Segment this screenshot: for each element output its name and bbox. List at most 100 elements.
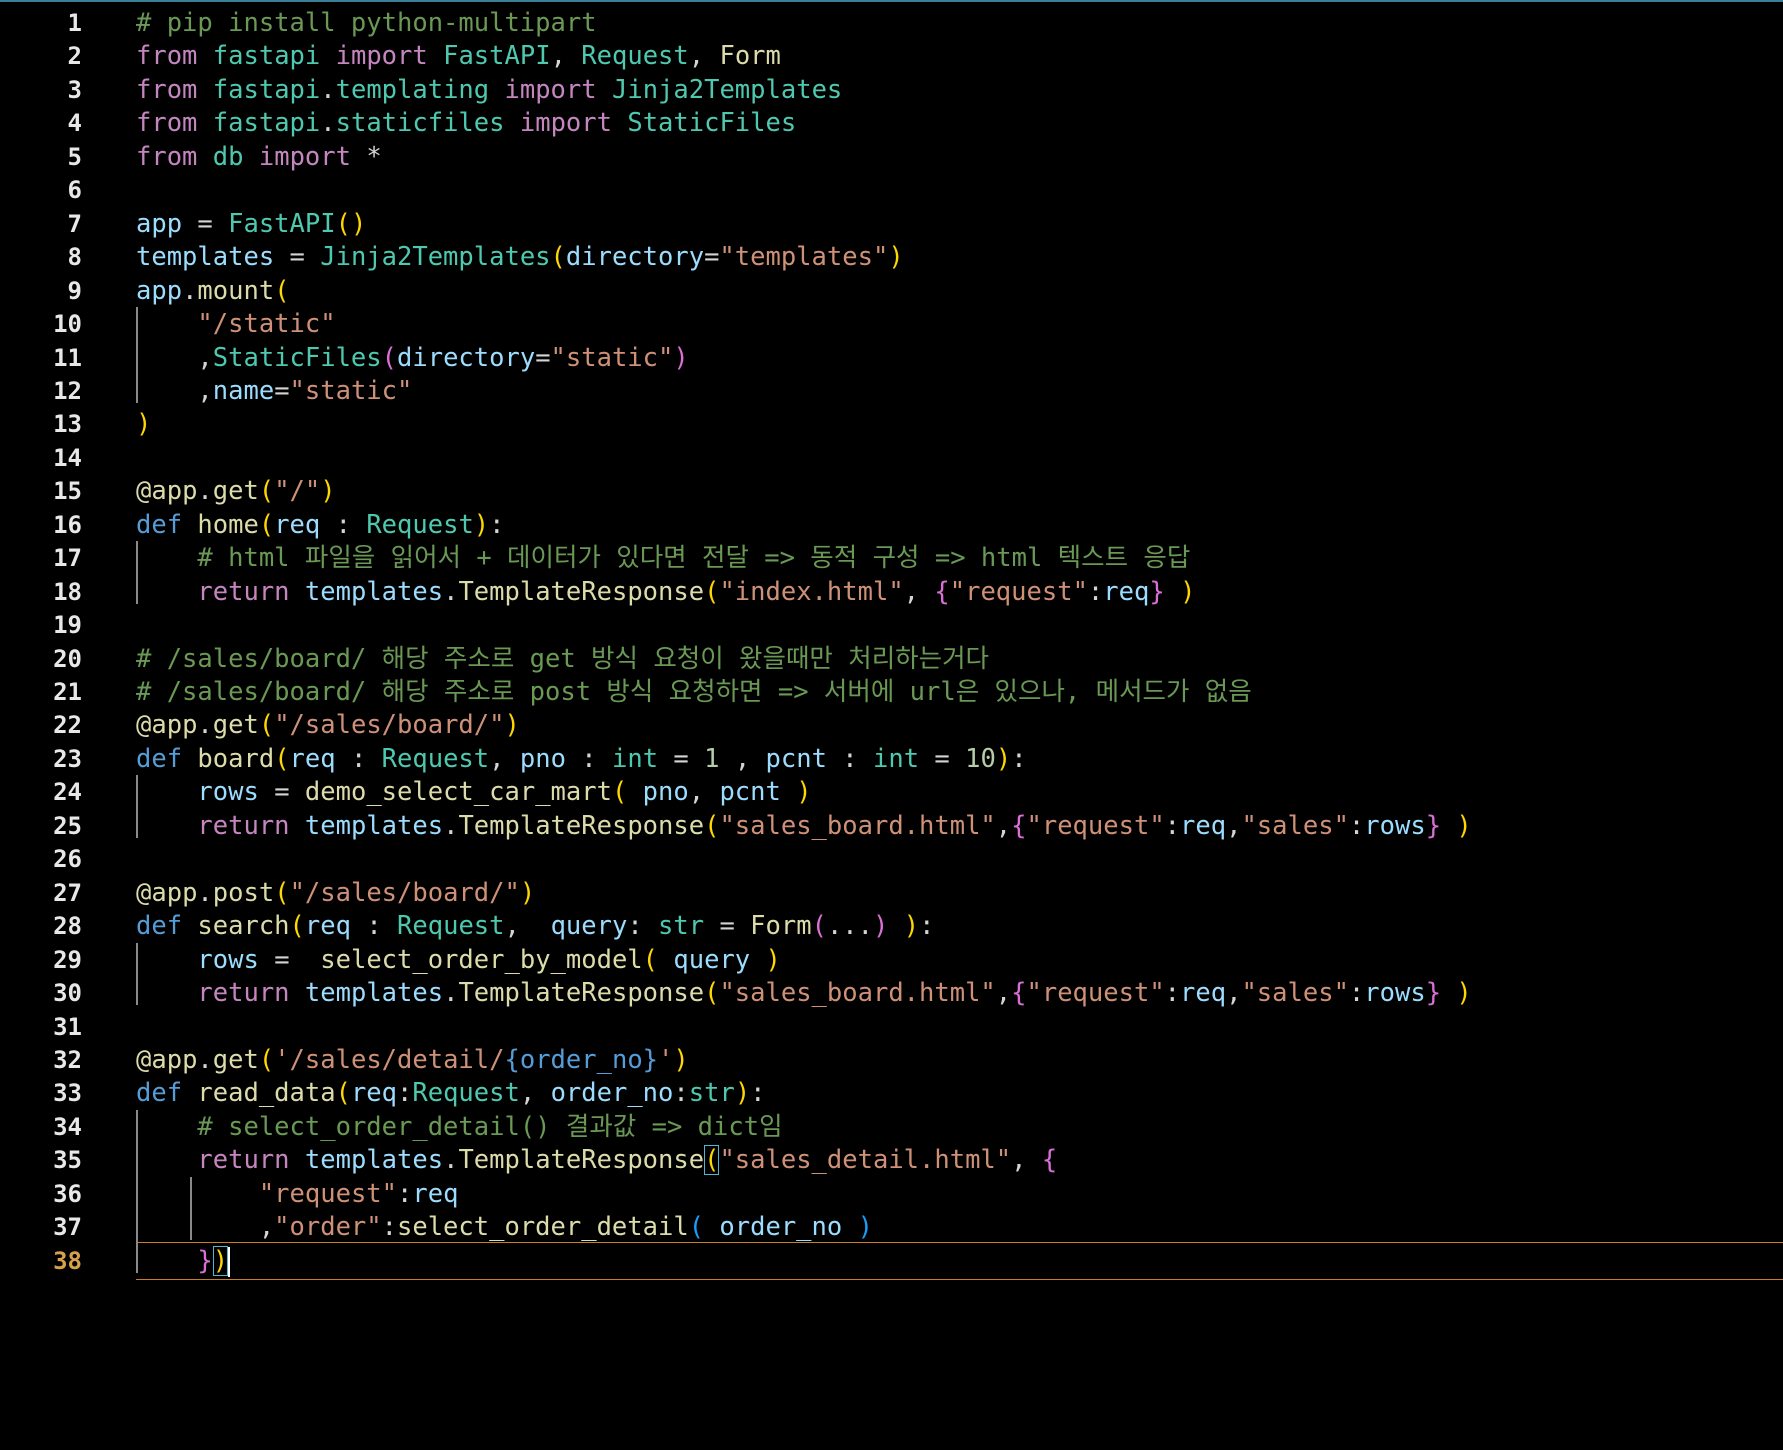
code-text: ,"order":select_order_detail( order_no ) — [136, 1208, 1783, 1246]
code-line[interactable]: 9 app.mount( — [0, 272, 1783, 310]
code-line[interactable]: 5 from db import * — [0, 138, 1783, 176]
code-token: = — [658, 743, 705, 774]
code-line[interactable]: 35 return templates.TemplateResponse("sa… — [0, 1141, 1783, 1179]
code-token: app — [151, 476, 198, 507]
line-number: 31 — [53, 1012, 82, 1041]
line-number: 28 — [53, 912, 82, 941]
code-line[interactable]: 2 from fastapi import FastAPI, Request, F… — [0, 37, 1783, 75]
code-token: return — [197, 978, 290, 1009]
code-token: select_order_detail — [397, 1212, 689, 1243]
code-token: , — [136, 342, 213, 373]
code-token: ) — [995, 743, 1012, 774]
code-line[interactable]: 29 rows = select_order_by_model( query ) — [0, 941, 1783, 979]
code-token: } — [1425, 978, 1442, 1009]
code-line[interactable]: 28 def search(req : Request, query: str =… — [0, 907, 1783, 945]
code-line[interactable]: 12 ,name="static" — [0, 372, 1783, 410]
line-number: 29 — [53, 945, 82, 974]
code-line[interactable]: 18 return templates.TemplateResponse("in… — [0, 573, 1783, 611]
code-token: { — [934, 576, 950, 607]
code-token: ( — [704, 978, 720, 1009]
code-token: TemplateResponse — [458, 576, 705, 607]
code-token: ( — [704, 810, 720, 841]
code-token: Request — [366, 509, 474, 540]
code-line[interactable]: 7 app = FastAPI() — [0, 205, 1783, 243]
code-token: , — [136, 1212, 275, 1243]
code-line[interactable]: 13) — [0, 405, 1783, 443]
code-token: Jinja2Templates — [320, 242, 551, 273]
code-token: ) — [136, 409, 152, 440]
code-line[interactable]: 8 templates = Jinja2Templates(directory="… — [0, 238, 1783, 276]
code-token: "order" — [274, 1212, 382, 1243]
code-line[interactable]: 27 @app.post("/sales/board/") — [0, 874, 1783, 912]
code-token: get — [212, 1044, 259, 1075]
code-line[interactable]: 6 — [0, 171, 1783, 209]
code-line[interactable]: 21 # /sales/board/ 해당 주소로 post 방식 요청하면 =>… — [0, 673, 1783, 711]
code-line[interactable]: 26 — [0, 840, 1783, 878]
code-token: : — [919, 911, 935, 942]
code-token: 10 — [965, 743, 996, 774]
code-line[interactable]: 4 from fastapi.staticfiles import StaticF… — [0, 104, 1783, 142]
code-token: def — [136, 911, 183, 942]
code-token: TemplateResponse — [458, 810, 705, 841]
code-token: req — [350, 1078, 398, 1109]
code-token: . — [443, 810, 459, 841]
code-line[interactable]: 32 @app.get('/sales/detail/{order_no}') — [0, 1041, 1783, 1079]
code-token: templates — [304, 810, 444, 841]
code-token: rows — [1364, 978, 1426, 1009]
code-line[interactable]: 17 # html 파일을 읽어서 + 데이터가 있다면 전달 => 동적 구성… — [0, 539, 1783, 577]
code-text: return templates.TemplateResponse("sales… — [136, 807, 1783, 845]
code-line[interactable]: 1 # pip install python-multipart — [0, 4, 1783, 42]
code-token: fastapi — [212, 74, 321, 105]
code-line[interactable]: 23 def board(req : Request, pno : int = 1… — [0, 740, 1783, 778]
code-line[interactable]: 20 # /sales/board/ 해당 주소로 get 방식 요청이 왔을때만… — [0, 640, 1783, 678]
code-line[interactable]: 33 def read_data(req:Request, order_no:st… — [0, 1074, 1783, 1112]
code-line[interactable]: 38 }) — [0, 1241, 1783, 1280]
code-line[interactable]: 24 rows = demo_select_car_mart( pno, pcn… — [0, 773, 1783, 811]
code-token: rows — [1364, 810, 1426, 841]
code-token: req — [1180, 978, 1227, 1009]
code-editor[interactable]: 1 # pip install python-multipart 2 from fas… — [0, 0, 1783, 1450]
code-line[interactable]: 37 ,"order":select_order_detail( order_n… — [0, 1208, 1783, 1246]
code-token: def — [136, 1078, 183, 1109]
code-token: "sales" — [1241, 978, 1349, 1009]
code-token: home — [197, 509, 259, 540]
code-token: . — [320, 108, 336, 139]
line-number: 5 — [67, 142, 82, 171]
line-number: 17 — [53, 544, 82, 573]
code-line[interactable]: 30 return templates.TemplateResponse("sa… — [0, 974, 1783, 1012]
code-token: "static" — [550, 342, 674, 373]
code-text: def board(req : Request, pno : int = 1 ,… — [136, 740, 1783, 778]
code-token: , — [995, 978, 1012, 1009]
code-token: ) — [504, 710, 520, 741]
code-line[interactable]: 36 "request":req — [0, 1175, 1783, 1213]
code-token: . — [197, 1044, 213, 1075]
code-token: int — [611, 743, 659, 774]
code-line[interactable]: 3 from fastapi.templating import Jinja2Te… — [0, 71, 1783, 109]
code-line[interactable]: 14 — [0, 439, 1783, 477]
indent-guide — [136, 307, 138, 404]
code-line[interactable]: 11 ,StaticFiles(directory="static") — [0, 339, 1783, 377]
code-line[interactable]: 25 return templates.TemplateResponse("sa… — [0, 807, 1783, 845]
code-token: { — [1011, 810, 1027, 841]
code-line[interactable]: 19 — [0, 606, 1783, 644]
code-line[interactable]: 10 "/static" — [0, 305, 1783, 343]
code-token: ) — [1456, 978, 1472, 1009]
code-line[interactable]: 16 def home(req : Request): — [0, 506, 1783, 544]
code-token: req — [274, 509, 321, 540]
code-line[interactable]: 22 @app.get("/sales/board/") — [0, 706, 1783, 744]
code-line[interactable]: 31 — [0, 1008, 1783, 1046]
code-token: app — [151, 710, 198, 741]
code-token: "sales" — [1241, 810, 1349, 841]
code-token: ) — [320, 476, 336, 507]
code-line[interactable]: 34 # select_order_detail() 결과값 => dict임 — [0, 1108, 1783, 1146]
code-token: = — [258, 944, 321, 975]
code-token: get — [212, 476, 259, 507]
code-line[interactable]: 15 @app.get("/") — [0, 472, 1783, 510]
code-token: * — [350, 141, 382, 172]
code-token: Jinja2Templates — [611, 74, 843, 105]
code-token: , — [550, 41, 582, 72]
